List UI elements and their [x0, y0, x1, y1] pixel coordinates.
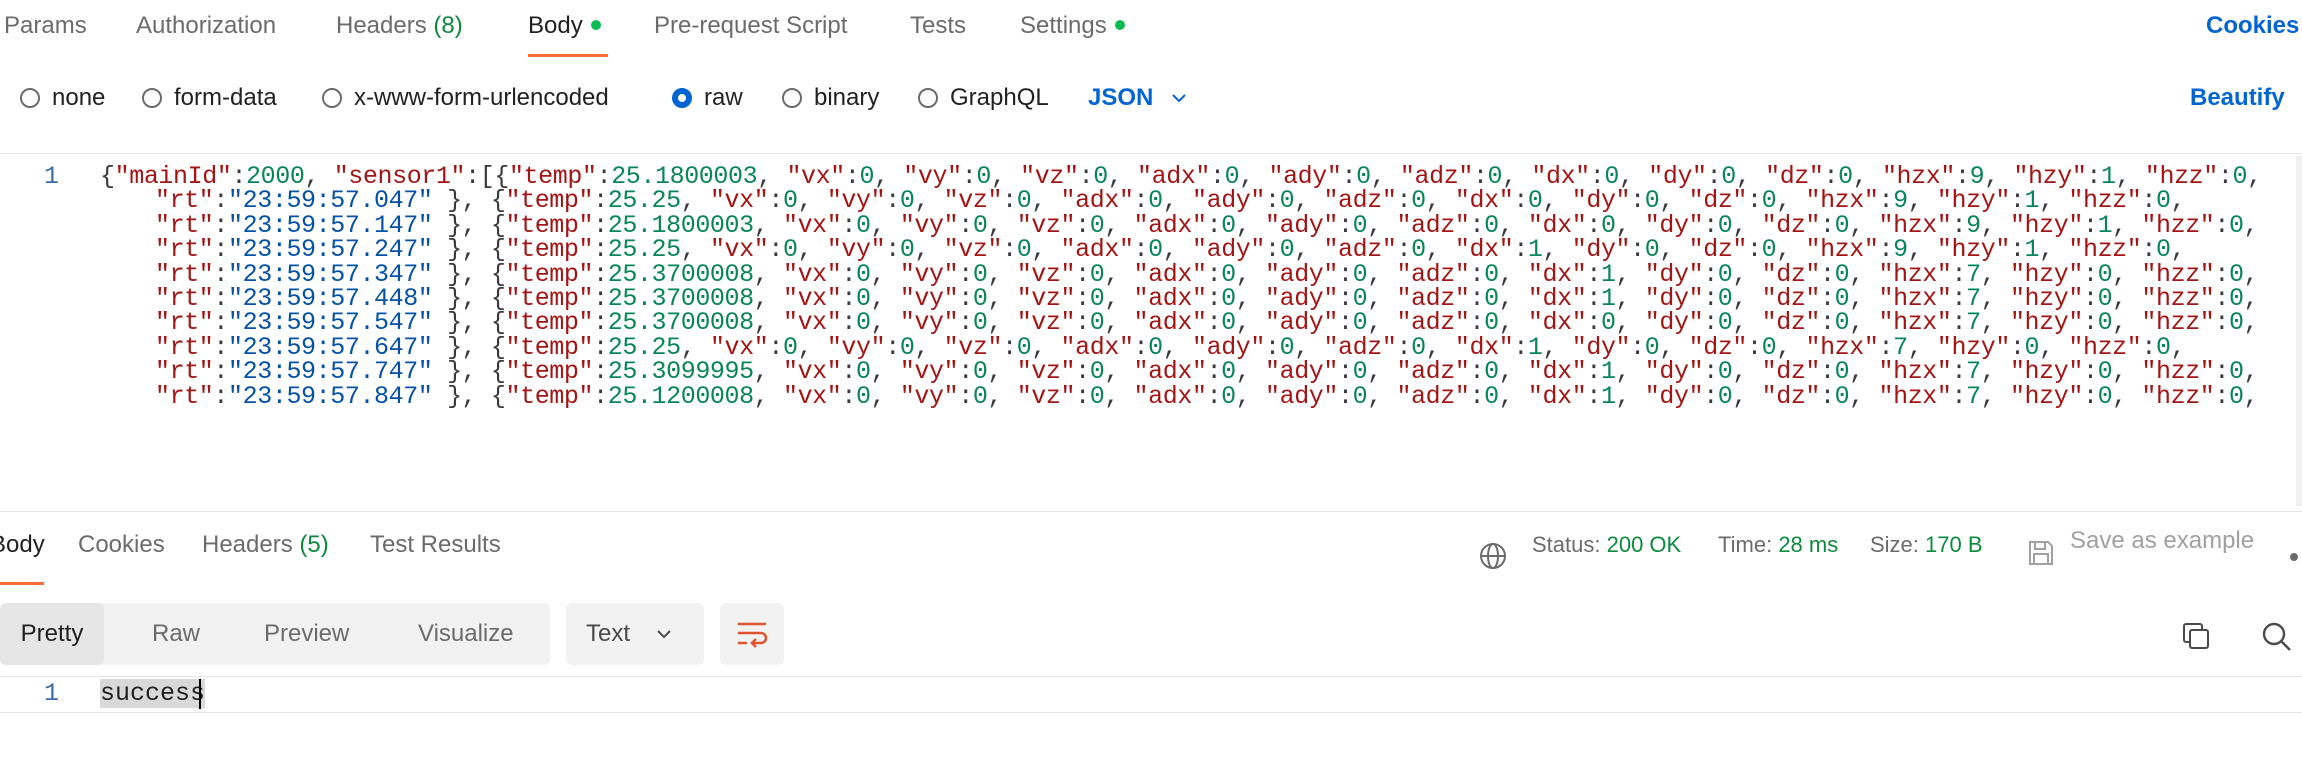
time-value[interactable]: 28 ms: [1778, 532, 1838, 557]
tab-headers-count: (8): [433, 12, 463, 39]
radio-raw[interactable]: raw: [672, 84, 743, 112]
line-number: 1: [44, 162, 60, 191]
format-dropdown-label: JSON: [1088, 84, 1154, 111]
tab-tests-label: Tests: [910, 12, 967, 39]
save-as-example-button[interactable]: Save as example: [2070, 516, 2254, 566]
resp-tab-test-results[interactable]: Test Results: [370, 520, 501, 570]
pane-divider[interactable]: [0, 511, 2302, 512]
radio-graphql[interactable]: GraphQL: [918, 84, 1049, 112]
radio-urlencoded-circle[interactable]: [322, 88, 342, 108]
size-readout: Size: 170 B: [1870, 520, 1983, 570]
status-readout: Status: 200 OK: [1532, 520, 1681, 570]
response-line-number: 1: [44, 679, 60, 708]
tab-body-label: Body: [528, 12, 583, 39]
tab-settings[interactable]: Settings: [1020, 0, 1125, 58]
tab-params-label: Params: [4, 12, 87, 39]
body-status-dot: [590, 19, 601, 30]
tab-headers-label: Headers: [336, 12, 427, 39]
view-preview-button[interactable]: Preview: [264, 603, 349, 665]
tab-params[interactable]: Params: [4, 0, 87, 58]
search-icon: [2262, 622, 2291, 651]
status-label: Status:: [1532, 532, 1601, 557]
view-raw-button[interactable]: Raw: [152, 603, 200, 665]
radio-urlencoded[interactable]: x-www-form-urlencoded: [322, 84, 609, 112]
resp-tab-test-results-label: Test Results: [370, 531, 501, 558]
text-cursor: [199, 679, 201, 709]
chevron-down-icon: [1172, 94, 1187, 103]
chevron-down-icon: [657, 630, 671, 639]
resp-tab-headers[interactable]: Headers (5): [202, 520, 329, 570]
globe-icon[interactable]: [1478, 541, 1508, 571]
response-format-label: Text: [586, 620, 631, 647]
request-body-editor[interactable]: 1 {"mainId":2000, "sensor1":[{"temp":25.…: [0, 153, 2302, 512]
response-body-bottom-border: [0, 712, 2302, 713]
save-icon: [2029, 541, 2053, 565]
size-value[interactable]: 170 B: [1925, 532, 1983, 557]
code-line[interactable]: "rt":"23:59:57.847" }, {"temp":25.120000…: [155, 382, 2273, 411]
view-pretty-button[interactable]: Pretty: [0, 603, 104, 665]
radio-graphql-label: GraphQL: [950, 84, 1049, 111]
cookies-link[interactable]: Cookies: [2206, 0, 2299, 58]
wrap-lines-icon: [738, 622, 768, 648]
radio-none[interactable]: none: [20, 84, 105, 112]
more-options-icon[interactable]: [2290, 553, 2298, 561]
tab-authorization[interactable]: Authorization: [136, 0, 276, 58]
resp-tab-headers-count: (5): [299, 531, 329, 558]
tab-tests[interactable]: Tests: [910, 0, 966, 58]
tab-prerequest-script[interactable]: Pre-request Script: [654, 0, 847, 58]
radio-form-data-label: form-data: [174, 84, 277, 111]
time-label: Time:: [1718, 532, 1773, 557]
time-readout: Time: 28 ms: [1718, 520, 1838, 570]
tab-settings-label: Settings: [1020, 12, 1107, 39]
wrap-lines-button[interactable]: [720, 603, 784, 665]
size-label: Size:: [1870, 532, 1919, 557]
resp-tab-body-label: Body: [0, 531, 45, 558]
search-button[interactable]: [2256, 616, 2296, 656]
response-format-dropdown[interactable]: Text: [566, 603, 704, 665]
radio-none-label: none: [52, 84, 106, 111]
view-visualize-button[interactable]: Visualize: [418, 603, 514, 665]
radio-graphql-circle[interactable]: [918, 88, 938, 108]
radio-binary-circle[interactable]: [782, 88, 802, 108]
resp-tab-body[interactable]: Body: [0, 520, 45, 570]
response-body-text[interactable]: success: [100, 679, 206, 708]
tab-authorization-label: Authorization: [136, 12, 277, 39]
resp-tab-headers-label: Headers: [202, 531, 293, 558]
resp-tab-cookies[interactable]: Cookies: [78, 520, 165, 570]
active-tab-underline: [528, 54, 608, 57]
radio-none-circle[interactable]: [20, 88, 40, 108]
radio-raw-circle[interactable]: [672, 88, 692, 108]
response-body-editor[interactable]: 1 success: [0, 677, 2302, 711]
radio-binary[interactable]: binary: [782, 84, 879, 112]
copy-icon: [2183, 623, 2209, 649]
settings-status-dot: [1114, 19, 1125, 30]
resp-tab-cookies-label: Cookies: [78, 531, 165, 558]
format-dropdown[interactable]: JSON: [1088, 84, 1189, 112]
tab-prerequest-label: Pre-request Script: [654, 12, 848, 39]
tab-body[interactable]: Body: [528, 0, 601, 58]
radio-urlencoded-label: x-www-form-urlencoded: [354, 84, 609, 111]
resp-active-underline: [0, 582, 44, 585]
radio-form-data[interactable]: form-data: [142, 84, 277, 112]
editor-scrollbar[interactable]: [2296, 156, 2302, 506]
beautify-button[interactable]: Beautify: [2190, 84, 2285, 112]
radio-raw-label: raw: [704, 84, 743, 111]
status-value[interactable]: 200 OK: [1607, 532, 1682, 557]
copy-button[interactable]: [2176, 616, 2216, 656]
radio-binary-label: binary: [814, 84, 880, 111]
radio-form-data-circle[interactable]: [142, 88, 162, 108]
tab-headers[interactable]: Headers (8): [336, 0, 463, 58]
